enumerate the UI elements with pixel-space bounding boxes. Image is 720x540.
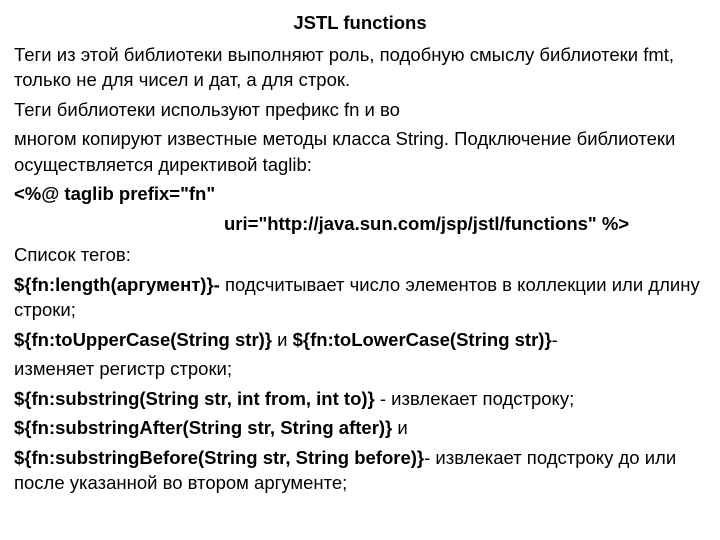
fn-case-item-line1: ${fn:toUpperCase(String str)} и ${fn:toL… bbox=[14, 327, 706, 353]
taglib-directive-line2: uri="http://java.sun.com/jsp/jstl/functi… bbox=[14, 211, 706, 237]
list-label: Список тегов: bbox=[14, 242, 706, 268]
fn-length-code: ${fn:length(аргумент)}- bbox=[14, 274, 220, 295]
fn-substring-code: ${fn:substring(String str, int from, int… bbox=[14, 388, 375, 409]
fn-after-code: ${fn:substringAfter(String str, String a… bbox=[14, 417, 392, 438]
paragraph-intro-2a: Теги библиотеки используют префикс fn и … bbox=[14, 97, 706, 123]
fn-substring-item: ${fn:substring(String str, int from, int… bbox=[14, 386, 706, 412]
fn-and-text: и bbox=[272, 329, 293, 350]
fn-lower-code: ${fn:toLowerCase(String str)} bbox=[293, 329, 552, 350]
fn-before-item: ${fn:substringBefore(String str, String … bbox=[14, 445, 706, 496]
paragraph-intro-2b: многом копируют известные методы класса … bbox=[14, 126, 706, 177]
fn-before-code: ${fn:substringBefore(String str, String … bbox=[14, 447, 424, 468]
taglib-directive-line1: <%@ taglib prefix="fn" bbox=[14, 181, 706, 207]
fn-dash-text: - bbox=[552, 329, 558, 350]
page-title: JSTL functions bbox=[14, 10, 706, 36]
paragraph-intro-1: Теги из этой библиотеки выполняют роль, … bbox=[14, 42, 706, 93]
fn-case-item-line2: изменяет регистр строки; bbox=[14, 356, 706, 382]
fn-upper-code: ${fn:toUpperCase(String str)} bbox=[14, 329, 272, 350]
fn-substring-desc: - извлекает подстроку; bbox=[375, 388, 575, 409]
fn-after-item: ${fn:substringAfter(String str, String a… bbox=[14, 415, 706, 441]
fn-after-and: и bbox=[392, 417, 407, 438]
fn-length-item: ${fn:length(аргумент)}- подсчитывает чис… bbox=[14, 272, 706, 323]
